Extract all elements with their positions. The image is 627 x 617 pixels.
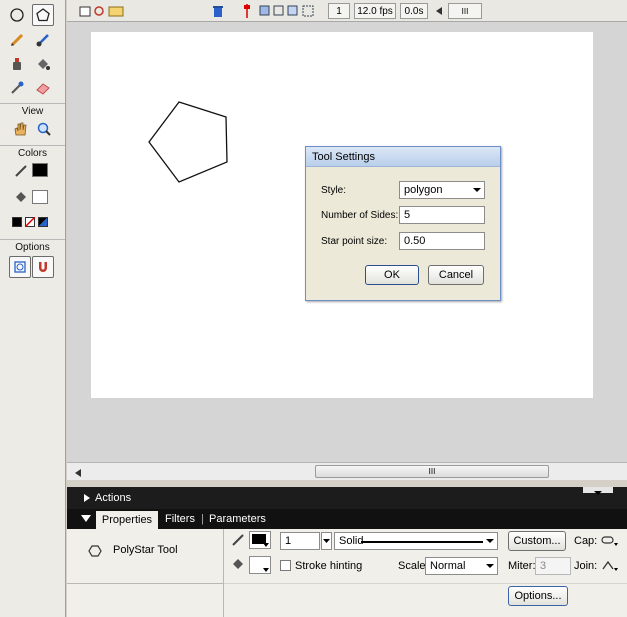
paint-bucket-tool-icon[interactable]: [32, 53, 54, 75]
oval-tool-icon[interactable]: [6, 4, 28, 26]
timeline-toolbar: 1 12.0 fps 0.0s III: [67, 0, 627, 22]
snap-magnet-icon[interactable]: [32, 256, 54, 278]
cancel-button[interactable]: Cancel: [428, 265, 484, 285]
hand-tool-icon[interactable]: [9, 118, 31, 140]
playhead-marker-icon[interactable]: [241, 3, 253, 19]
stage-horizontal-scrollbar[interactable]: III: [67, 462, 627, 480]
panel-gap: [67, 480, 627, 487]
style-label: Style:: [321, 185, 347, 196]
cap-style-icon[interactable]: [601, 534, 619, 548]
scroll-thumb[interactable]: III: [315, 465, 549, 478]
scroll-left-arrow-icon[interactable]: [75, 468, 81, 480]
scale-label: Scale:: [398, 560, 429, 572]
layer-buttons-icon[interactable]: [79, 4, 125, 18]
miter-label: Miter:: [508, 560, 536, 572]
frame-rate-display[interactable]: 12.0 fps: [354, 3, 396, 19]
timeline-scroll-left-icon[interactable]: [436, 6, 442, 18]
tool-settings-dialog: Tool Settings Style: polygon Number of S…: [305, 146, 501, 301]
fill-color-picker[interactable]: [249, 556, 271, 574]
colors-section-label: Colors: [0, 145, 65, 159]
tab-parameters[interactable]: Parameters: [209, 513, 266, 525]
eraser-tool-icon[interactable]: [32, 77, 54, 99]
trash-icon[interactable]: [211, 4, 225, 18]
current-frame-display: 1: [328, 3, 350, 19]
actions-panel-header[interactable]: Actions: [67, 487, 627, 509]
onion-skin-icons[interactable]: [259, 4, 315, 18]
brush-tool-icon[interactable]: [32, 29, 54, 51]
object-drawing-icon[interactable]: [9, 256, 31, 278]
chevron-down-icon: [486, 539, 494, 543]
pentagon-shape[interactable]: [148, 101, 228, 183]
stroke-style-dropdown[interactable]: Solid: [334, 532, 498, 550]
color-options-row: [12, 217, 52, 229]
join-label: Join:: [574, 560, 598, 572]
dialog-title: Tool Settings: [306, 147, 500, 167]
divider: [224, 583, 627, 584]
style-dropdown[interactable]: polygon: [399, 181, 485, 199]
fill-bucket-icon: [233, 559, 243, 569]
elapsed-time-display: 0.0s: [400, 3, 428, 19]
stroke-style-preview: [361, 541, 483, 543]
eyedropper-tool-icon[interactable]: [6, 77, 28, 99]
star-point-size-input[interactable]: 0.50: [399, 232, 485, 250]
chevron-down-icon: [486, 564, 494, 568]
stroke-pencil-icon: [232, 534, 244, 546]
black-white-icon[interactable]: [12, 217, 22, 227]
stroke-color-picker[interactable]: [249, 531, 271, 549]
polystar-icon: [88, 545, 102, 557]
tool-name-label: PolyStar Tool: [113, 544, 178, 556]
options-button[interactable]: Options...: [508, 586, 568, 606]
swap-colors-icon[interactable]: [38, 217, 48, 227]
style-dropdown-value: polygon: [404, 184, 443, 196]
collapse-arrow-icon[interactable]: [81, 515, 91, 523]
miter-input[interactable]: 3: [535, 557, 571, 575]
timeline-scroll-thumb[interactable]: III: [448, 3, 482, 19]
tools-panel: View Colors Options: [0, 0, 66, 617]
scale-dropdown-value: Normal: [430, 560, 466, 572]
properties-tab-bar: Properties Filters | Parameters: [67, 509, 627, 529]
stroke-height-dropdown[interactable]: [321, 532, 332, 550]
stroke-height-input[interactable]: 1: [280, 532, 320, 550]
ok-button[interactable]: OK: [365, 265, 419, 285]
join-style-icon[interactable]: [601, 559, 619, 573]
view-section-label: View: [0, 103, 65, 117]
panel-collapse-tab[interactable]: [583, 487, 613, 495]
properties-panel: PolyStar Tool 1 Solid Custom... Cap: Str…: [67, 529, 627, 617]
star-point-size-label: Star point size:: [321, 236, 388, 247]
expand-arrow-icon: [84, 494, 90, 502]
no-color-icon[interactable]: [25, 217, 35, 227]
scale-dropdown[interactable]: Normal: [425, 557, 498, 575]
number-of-sides-input[interactable]: 5: [399, 206, 485, 224]
tab-separator: |: [201, 513, 204, 525]
actions-label: Actions: [95, 492, 132, 504]
tab-filters[interactable]: Filters: [165, 513, 195, 525]
zoom-tool-icon[interactable]: [33, 118, 55, 140]
number-of-sides-label: Number of Sides:: [321, 210, 399, 221]
divider: [223, 529, 224, 617]
fill-color-bucket-icon: [10, 186, 32, 208]
tab-properties[interactable]: Properties: [96, 511, 158, 529]
polystar-tool-icon[interactable]: [32, 4, 54, 26]
stroke-hinting-label: Stroke hinting: [295, 560, 363, 572]
options-section-label: Options: [0, 239, 65, 253]
chevron-down-icon: [473, 188, 481, 192]
divider: [67, 583, 223, 584]
stroke-style-value: Solid: [339, 535, 364, 547]
stroke-color-pencil-icon: [10, 160, 32, 182]
stroke-hinting-checkbox[interactable]: [280, 560, 291, 571]
cap-label: Cap:: [574, 535, 598, 547]
stroke-color-swatch[interactable]: [32, 163, 48, 177]
fill-color-swatch[interactable]: [32, 190, 48, 204]
custom-stroke-button[interactable]: Custom...: [508, 531, 566, 551]
pencil-tool-icon[interactable]: [6, 29, 28, 51]
ink-bottle-tool-icon[interactable]: [6, 53, 28, 75]
